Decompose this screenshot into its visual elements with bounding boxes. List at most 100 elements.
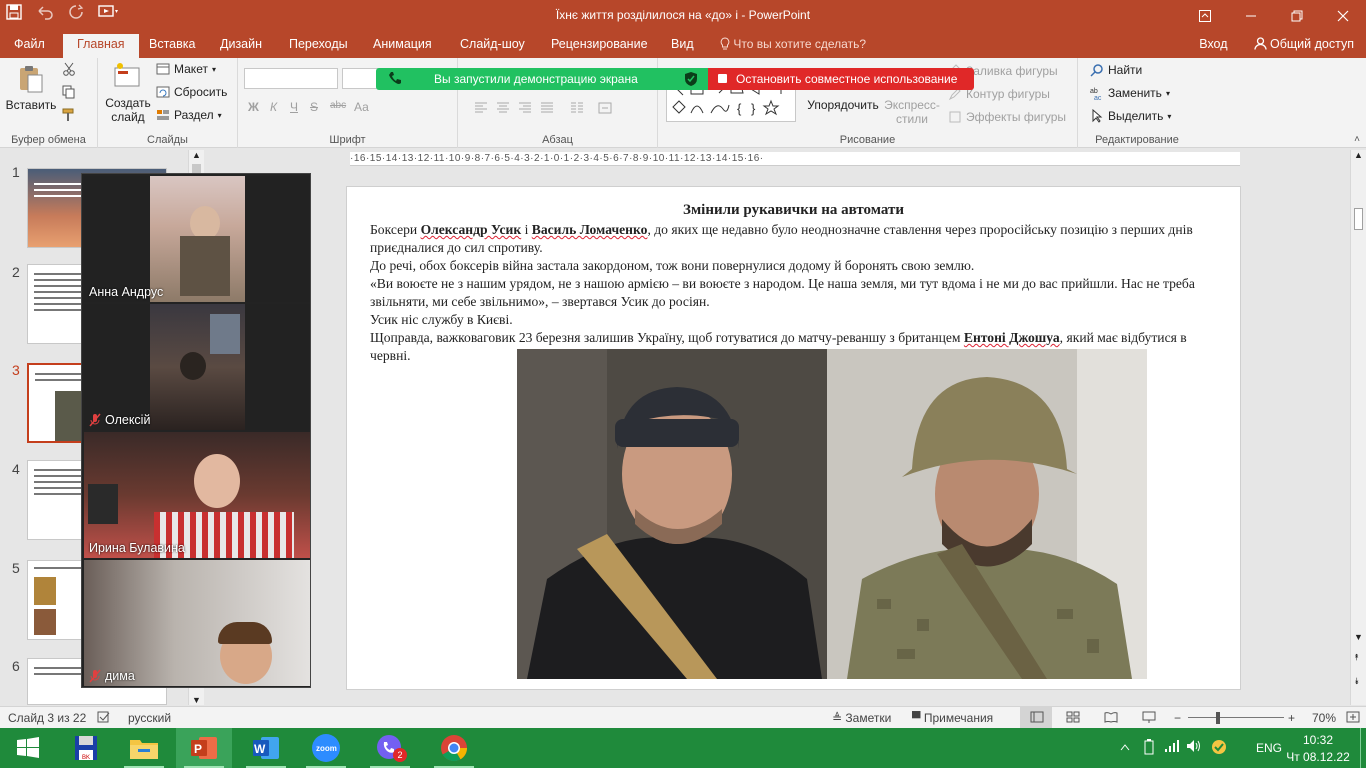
- char-spacing-button[interactable]: abc: [330, 100, 346, 111]
- clock-time[interactable]: 10:32: [1288, 733, 1348, 747]
- stop-share-button[interactable]: Остановить совместное использование: [708, 68, 974, 90]
- slideshow-view-icon[interactable]: [1142, 711, 1156, 726]
- new-slide-label-1: Создать: [105, 96, 151, 110]
- language-indicator[interactable]: русский: [128, 711, 171, 725]
- battery-icon[interactable]: [1142, 739, 1156, 758]
- reset-button[interactable]: Сбросить: [156, 85, 227, 99]
- account-area: Вход Общий доступ: [1199, 37, 1354, 51]
- video-tile[interactable]: дима: [84, 560, 310, 686]
- bold-name: Ентоні Джошуа: [963, 330, 1060, 345]
- sign-in-link[interactable]: Вход: [1199, 37, 1227, 51]
- share-button[interactable]: Общий доступ: [1253, 37, 1354, 51]
- scroll-up-icon[interactable]: ▲: [192, 150, 201, 160]
- thumbnail-text-line: [34, 189, 84, 191]
- slide-body-text[interactable]: Боксери Олександр Усик і Василь Ломаченк…: [370, 221, 1200, 365]
- format-painter-icon[interactable]: [62, 108, 76, 122]
- cut-icon[interactable]: [62, 62, 76, 76]
- reading-view-icon[interactable]: [1104, 711, 1118, 726]
- shape-effects-button[interactable]: Эффекты фигуры: [948, 110, 1066, 124]
- spellcheck-icon[interactable]: [97, 711, 111, 726]
- scroll-down-icon[interactable]: ▼: [192, 695, 201, 705]
- slide-photo[interactable]: [517, 349, 1147, 679]
- select-button[interactable]: Выделить ▾: [1090, 108, 1171, 123]
- section-button[interactable]: Раздел ▾: [156, 108, 222, 122]
- underline-button[interactable]: Ч: [290, 100, 298, 114]
- paste-button[interactable]: Вставить: [4, 64, 58, 112]
- wifi-icon[interactable]: [1164, 739, 1180, 756]
- tray-app-icon[interactable]: [1210, 738, 1228, 759]
- chrome-icon[interactable]: [426, 728, 482, 768]
- file-explorer-icon[interactable]: [116, 728, 172, 768]
- windows-start-icon[interactable]: [0, 728, 56, 768]
- show-desktop-button[interactable]: [1360, 728, 1366, 768]
- copy-icon[interactable]: [62, 85, 76, 99]
- align-left-icon[interactable]: [474, 102, 488, 114]
- powerpoint-icon[interactable]: P: [176, 728, 232, 768]
- zoom-level[interactable]: 70%: [1312, 711, 1336, 725]
- previous-slide-icon[interactable]: ⯭: [1354, 652, 1359, 663]
- columns-icon[interactable]: [570, 102, 584, 114]
- smartart-icon[interactable]: [598, 102, 612, 114]
- slide-sorter-icon[interactable]: [1066, 711, 1080, 726]
- scroll-down-icon[interactable]: ▼: [1354, 632, 1363, 642]
- scroll-up-icon[interactable]: ▲: [1354, 150, 1363, 160]
- next-slide-icon[interactable]: ⯯: [1354, 676, 1359, 687]
- viber-icon[interactable]: 2: [362, 728, 418, 768]
- tab-view[interactable]: Вид: [671, 37, 694, 51]
- tab-insert[interactable]: Вставка: [149, 37, 195, 51]
- align-right-icon[interactable]: [518, 102, 532, 114]
- quick-styles-button[interactable]: Экспресс- стили: [880, 98, 944, 126]
- video-tile[interactable]: Олексій: [84, 304, 310, 430]
- align-center-icon[interactable]: [496, 102, 510, 114]
- notes-button[interactable]: ≜ Заметки: [832, 711, 891, 725]
- word-icon[interactable]: W: [238, 728, 294, 768]
- strikethrough-button[interactable]: S: [310, 100, 318, 114]
- status-bar: Слайд 3 из 22 русский ≜ Заметки ▀ Примеч…: [0, 706, 1366, 728]
- clock-date[interactable]: Чт 08.12.22: [1286, 750, 1350, 764]
- new-slide-button[interactable]: Создать слайд: [102, 62, 154, 124]
- bold-button[interactable]: Ж: [248, 100, 259, 114]
- replace-button[interactable]: ab ac Заменить ▾: [1090, 86, 1170, 102]
- tab-review[interactable]: Рецензирование: [551, 37, 648, 51]
- find-button[interactable]: Найти: [1090, 63, 1142, 77]
- viber-badge: 2: [393, 748, 407, 762]
- collapse-ribbon-icon[interactable]: ˄: [1354, 134, 1360, 145]
- input-language[interactable]: ENG: [1256, 741, 1282, 755]
- screen-share-banner: Вы запустили демонстрацию экрана Останов…: [376, 68, 974, 90]
- tab-animation[interactable]: Анимация: [373, 37, 432, 51]
- zoom-out-icon[interactable]: −: [1174, 711, 1181, 725]
- tray-chevron-icon[interactable]: [1120, 740, 1130, 754]
- slides-group-label: Слайды: [147, 134, 188, 146]
- justify-icon[interactable]: [540, 102, 554, 114]
- tell-me-search[interactable]: Что вы хотите сделать?: [720, 37, 866, 51]
- video-tile[interactable]: Анна Андрус: [84, 176, 310, 302]
- zoom-app-icon[interactable]: zoom: [298, 728, 354, 768]
- layout-button[interactable]: Макет ▾: [156, 62, 216, 76]
- ribbon-display-icon[interactable]: [1182, 0, 1228, 32]
- tab-file[interactable]: Файл: [14, 37, 45, 51]
- zoom-slider-thumb[interactable]: [1216, 712, 1220, 724]
- font-name-input[interactable]: [244, 68, 338, 89]
- slide-title[interactable]: Змінили рукавички на автомати: [347, 202, 1240, 219]
- close-icon[interactable]: [1320, 0, 1366, 32]
- slide-scrollbar[interactable]: ▲ ▼ ⯭ ⯯: [1350, 150, 1366, 705]
- scroll-thumb[interactable]: [1354, 208, 1363, 230]
- tab-slideshow[interactable]: Слайд-шоу: [460, 37, 525, 51]
- tab-design[interactable]: Дизайн: [220, 37, 262, 51]
- italic-button[interactable]: К: [270, 100, 277, 114]
- volume-icon[interactable]: [1186, 739, 1202, 756]
- fit-to-window-icon[interactable]: [1346, 711, 1360, 726]
- slide-canvas[interactable]: Змінили рукавички на автомати Боксери Ол…: [346, 186, 1241, 690]
- video-tile[interactable]: Ирина Булавина: [84, 432, 310, 558]
- change-case-button[interactable]: Аа: [354, 100, 369, 114]
- tab-home[interactable]: Главная: [63, 34, 139, 58]
- zoom-slider[interactable]: [1188, 717, 1284, 718]
- arrange-button[interactable]: Упорядочить: [806, 98, 880, 112]
- comments-button[interactable]: ▀ Примечания: [912, 711, 993, 725]
- tab-transitions[interactable]: Переходы: [289, 37, 348, 51]
- svg-text:ac: ac: [1094, 95, 1102, 100]
- minimize-icon[interactable]: [1228, 0, 1274, 32]
- zoom-in-icon[interactable]: +: [1288, 711, 1295, 725]
- restore-icon[interactable]: [1274, 0, 1320, 32]
- saver-app-icon[interactable]: BK: [58, 728, 114, 768]
